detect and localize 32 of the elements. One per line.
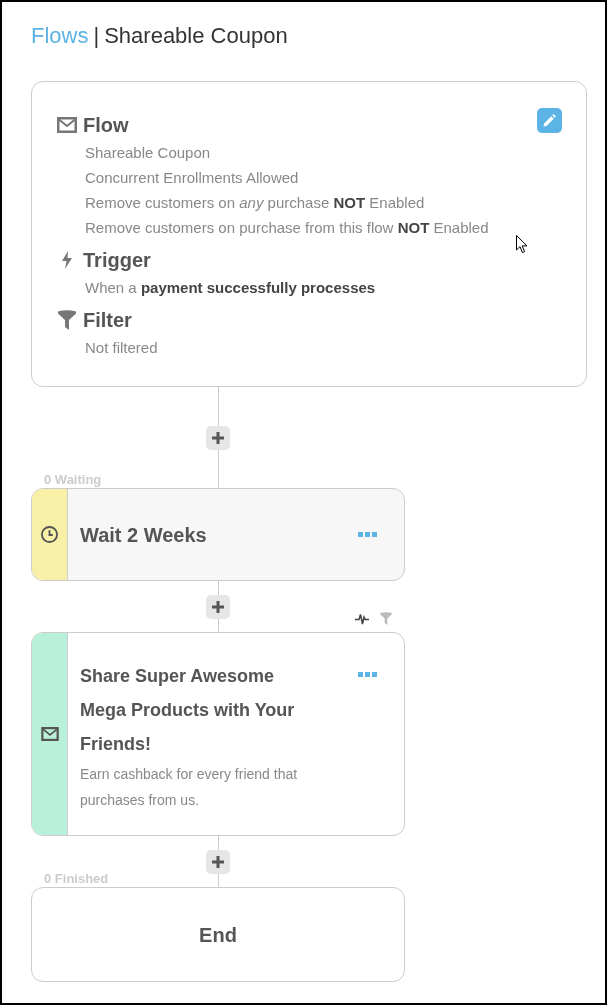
section-detail: Not filtered [85,338,158,358]
plus-icon [212,431,224,444]
pulse-icon [355,613,369,625]
envelope-icon [57,117,77,133]
plus-icon [212,600,224,613]
filter-icon [380,612,392,625]
section-heading: Filter [83,308,132,333]
mouse-cursor-icon [516,235,528,254]
step-title: End [199,922,237,948]
section-detail: When a payment successfully processes [85,278,376,298]
lightning-bolt-icon [62,251,72,269]
section-detail: Shareable Coupon [85,143,211,163]
pencil-icon [543,114,556,127]
section-detail: Concurrent Enrollments Allowed [85,168,299,188]
step-title: Share Super Awesome Mega Products with Your Friends! [80,665,296,756]
section-heading: Flow [83,113,129,138]
wait-step-card[interactable]: Wait 2 Weeks [31,488,405,581]
step-title: Wait 2 Weeks [80,522,208,548]
clock-icon [41,526,58,543]
section-heading: Trigger [83,248,151,273]
add-step-button[interactable] [206,425,230,450]
plus-icon [212,855,224,868]
section-detail: Remove customers on any purchase NOT Enabled [85,193,425,213]
filter-icon [58,310,76,330]
step-description: Earn cashback for every friend that purchases from us. [80,765,299,810]
page-title: Shareable Coupon [104,22,288,50]
add-step-button[interactable] [206,594,230,619]
email-step-card[interactable]: Share Super Awesome Mega Products with Your Friends! Earn cashback for every friend that purchases from us. [31,632,405,836]
section-detail: Remove customers on purchase from this flow NOT Enabled [85,218,489,238]
add-step-button[interactable] [206,849,230,874]
title-separator: | [93,22,100,50]
envelope-icon [40,727,59,741]
